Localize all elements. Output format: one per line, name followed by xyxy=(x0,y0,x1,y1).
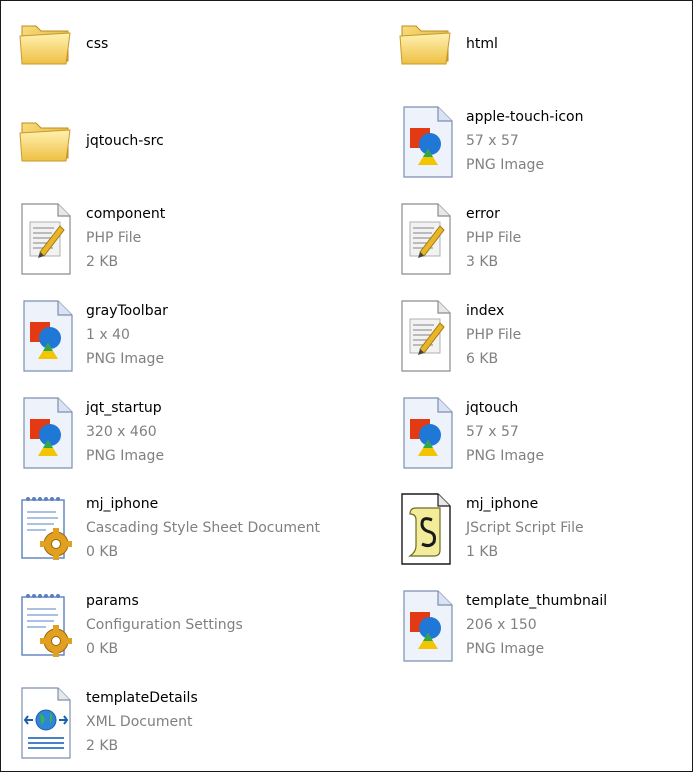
php-file-icon xyxy=(396,297,456,375)
file-item[interactable]: mj_iphone JScript Script File 1 KB xyxy=(380,490,693,580)
config-settings-icon xyxy=(16,587,76,665)
file-item[interactable]: templateDetails XML Document 2 KB xyxy=(0,684,330,774)
file-type-or-dimensions: 1 x 40 xyxy=(86,327,130,343)
png-image-icon xyxy=(396,103,456,181)
folder-icon xyxy=(16,12,76,90)
file-size-or-type: PNG Image xyxy=(466,157,545,173)
file-item[interactable]: jqtouch 57 x 57 PNG Image xyxy=(380,394,693,484)
file-type-or-dimensions: PHP File xyxy=(86,230,142,246)
file-name: css xyxy=(86,36,109,52)
file-size-or-type: 0 KB xyxy=(86,641,119,657)
file-name: apple-touch-icon xyxy=(466,109,584,125)
file-size-or-type: PNG Image xyxy=(86,448,165,464)
file-type-or-dimensions: Configuration Settings xyxy=(86,617,243,633)
file-name: error xyxy=(466,206,500,222)
file-name: jqt_startup xyxy=(86,400,162,416)
php-file-icon xyxy=(16,200,76,278)
file-name: mj_iphone xyxy=(466,496,539,512)
file-size-or-type: 6 KB xyxy=(466,351,499,367)
file-type-or-dimensions: Cascading Style Sheet Document xyxy=(86,520,320,536)
file-name: jqtouch-src xyxy=(86,133,164,149)
png-image-icon xyxy=(16,297,76,375)
file-item[interactable]: jqtouch-src xyxy=(0,103,330,193)
file-type-or-dimensions: 206 x 150 xyxy=(466,617,537,633)
file-item[interactable]: error PHP File 3 KB xyxy=(380,200,693,290)
file-item[interactable]: params Configuration Settings 0 KB xyxy=(0,587,330,677)
file-name: jqtouch xyxy=(466,400,519,416)
file-item[interactable]: template_thumbnail 206 x 150 PNG Image xyxy=(380,587,693,677)
file-type-or-dimensions: XML Document xyxy=(86,714,193,730)
png-image-icon xyxy=(396,394,456,472)
file-type-or-dimensions: 57 x 57 xyxy=(466,424,519,440)
file-type-or-dimensions: JScript Script File xyxy=(466,520,584,536)
file-size-or-type: PNG Image xyxy=(86,351,165,367)
file-icon-grid: css html jqtouch-src apple-touch-icon 57… xyxy=(0,0,691,770)
file-type-or-dimensions: 57 x 57 xyxy=(466,133,519,149)
file-size-or-type: PNG Image xyxy=(466,448,545,464)
file-name: templateDetails xyxy=(86,690,198,706)
file-item[interactable]: html xyxy=(380,6,693,96)
file-size-or-type: PNG Image xyxy=(466,641,545,657)
file-name: template_thumbnail xyxy=(466,593,608,609)
jscript-file-icon xyxy=(396,490,456,568)
file-item[interactable]: index PHP File 6 KB xyxy=(380,297,693,387)
file-item[interactable]: jqt_startup 320 x 460 PNG Image xyxy=(0,394,330,484)
file-size-or-type: 1 KB xyxy=(466,544,499,560)
file-item[interactable]: css xyxy=(0,6,330,96)
css-document-icon xyxy=(16,490,76,568)
png-image-icon xyxy=(16,394,76,472)
php-file-icon xyxy=(396,200,456,278)
file-name: component xyxy=(86,206,166,222)
file-size-or-type: 3 KB xyxy=(466,254,499,270)
xml-document-icon xyxy=(16,684,76,762)
file-size-or-type: 2 KB xyxy=(86,738,119,754)
file-name: html xyxy=(466,36,498,52)
file-name: index xyxy=(466,303,505,319)
file-type-or-dimensions: 320 x 460 xyxy=(86,424,157,440)
file-item[interactable]: apple-touch-icon 57 x 57 PNG Image xyxy=(380,103,693,193)
file-item[interactable]: component PHP File 2 KB xyxy=(0,200,330,290)
file-size-or-type: 0 KB xyxy=(86,544,119,560)
file-size-or-type: 2 KB xyxy=(86,254,119,270)
file-item[interactable]: mj_iphone Cascading Style Sheet Document 0… xyxy=(0,490,330,580)
file-name: grayToolbar xyxy=(86,303,168,319)
file-item[interactable]: grayToolbar 1 x 40 PNG Image xyxy=(0,297,330,387)
folder-icon xyxy=(16,109,76,187)
folder-icon xyxy=(396,12,456,90)
file-type-or-dimensions: PHP File xyxy=(466,230,522,246)
file-name: mj_iphone xyxy=(86,496,159,512)
file-name: params xyxy=(86,593,139,609)
file-type-or-dimensions: PHP File xyxy=(466,327,522,343)
png-image-icon xyxy=(396,587,456,665)
